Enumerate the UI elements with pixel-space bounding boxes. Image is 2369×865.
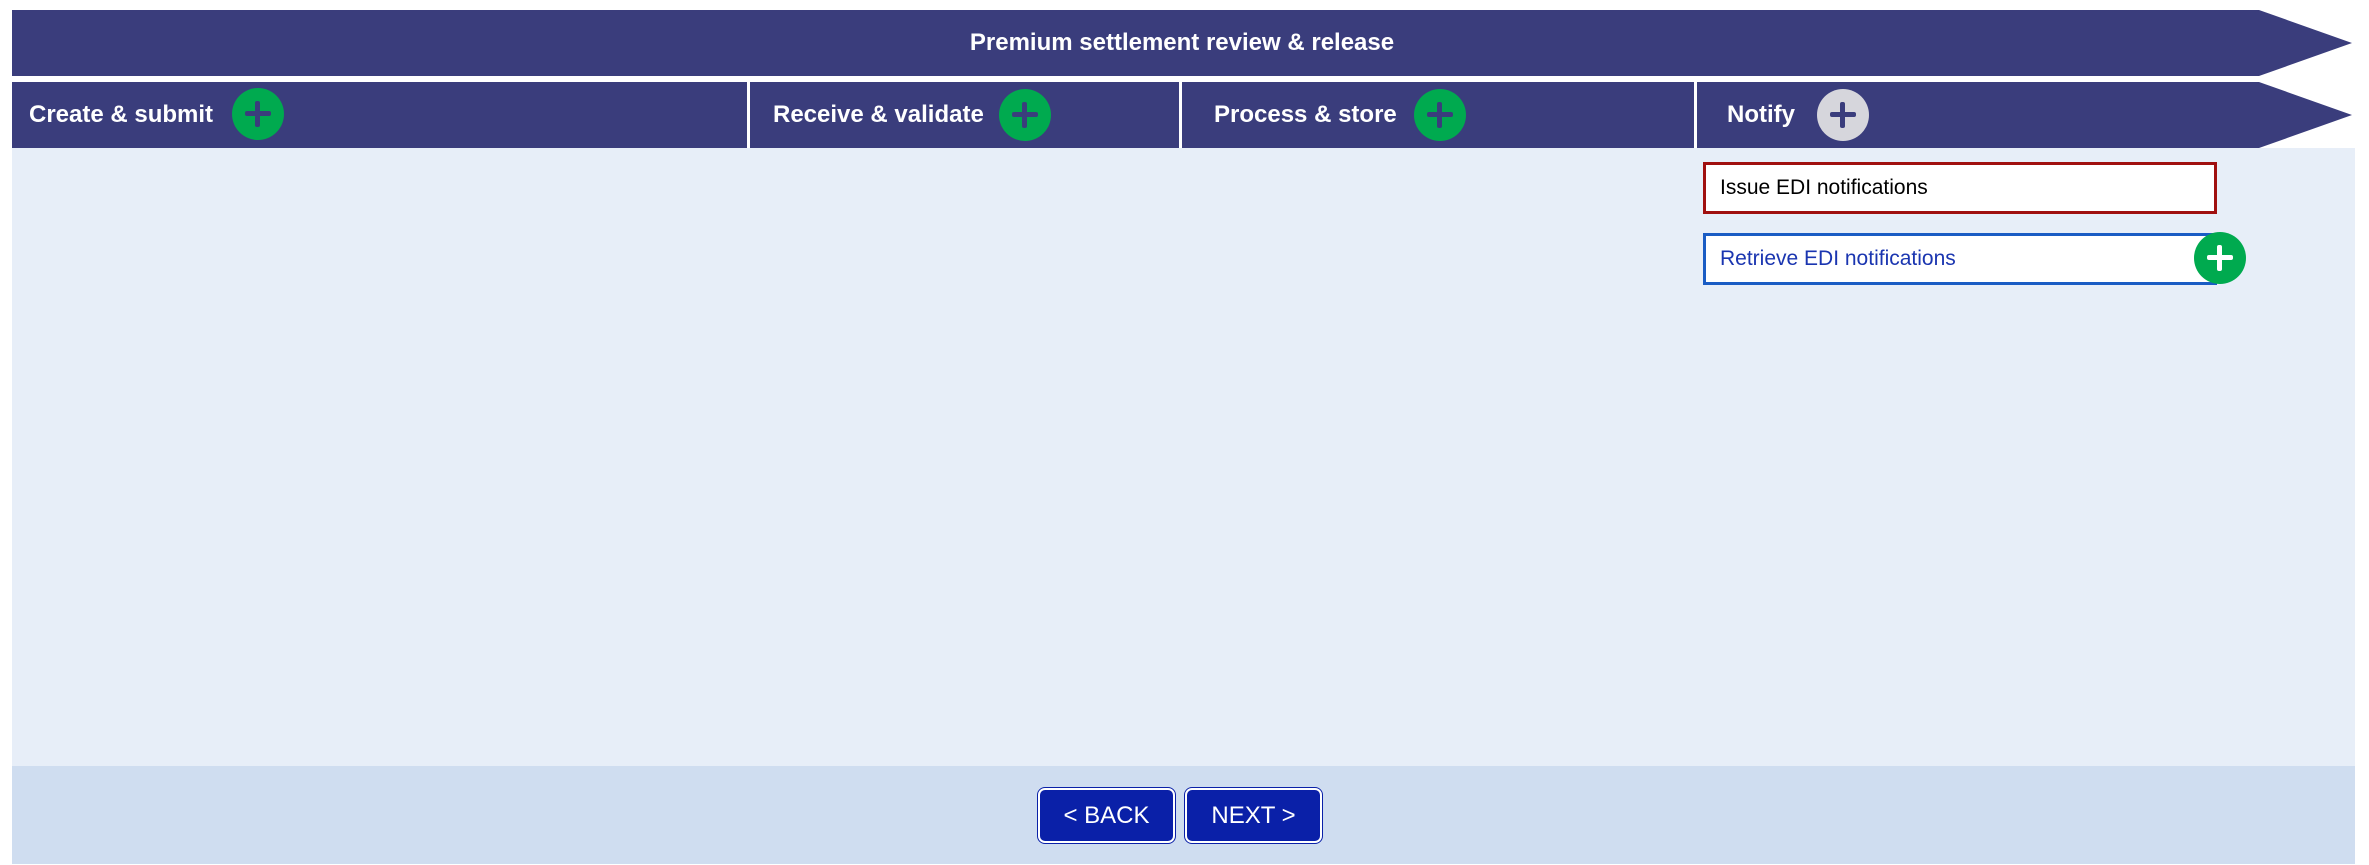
stage-bar — [12, 82, 2352, 148]
retrieve-edi-plus-icon[interactable] — [2194, 232, 2246, 284]
stage-divider — [747, 82, 750, 148]
process-title-banner: Premium settlement review & release — [12, 10, 2352, 76]
stage-divider — [1694, 82, 1697, 148]
item-label: Issue EDI notifications — [1720, 176, 1928, 199]
retrieve-edi-notifications-item[interactable]: Retrieve EDI notifications — [1703, 233, 2217, 285]
stage-receive-validate[interactable]: Receive & validate — [773, 82, 984, 148]
item-label: Retrieve EDI notifications — [1720, 247, 1956, 270]
next-button[interactable]: NEXT > — [1185, 788, 1322, 843]
stage-notify[interactable]: Notify — [1727, 82, 1795, 148]
create-submit-plus-icon[interactable] — [232, 88, 284, 140]
stage-divider — [1179, 82, 1182, 148]
issue-edi-notifications-item[interactable]: Issue EDI notifications — [1703, 162, 2217, 214]
stage-label: Receive & validate — [773, 101, 984, 128]
process-title: Premium settlement review & release — [969, 29, 1395, 56]
stage-label: Create & submit — [29, 101, 214, 128]
receive-validate-plus-icon[interactable] — [999, 89, 1051, 141]
stage-create-submit[interactable]: Create & submit — [29, 82, 213, 148]
process-store-plus-icon[interactable] — [1414, 89, 1466, 141]
back-button[interactable]: < BACK — [1038, 788, 1175, 843]
notify-plus-icon[interactable] — [1817, 89, 1869, 141]
stage-label: Notify — [1727, 101, 1795, 128]
footer-nav-bar — [12, 766, 2355, 864]
stage-process-store[interactable]: Process & store — [1214, 82, 1397, 148]
stage-label: Process & store — [1214, 101, 1397, 128]
